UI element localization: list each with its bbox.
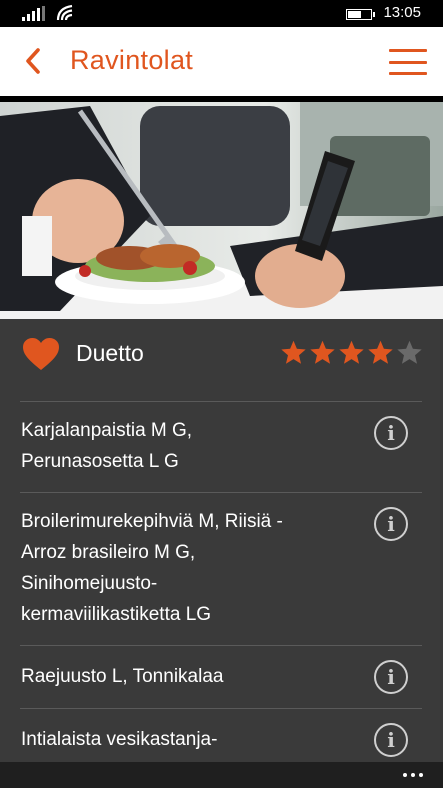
restaurant-name: Duetto (76, 340, 144, 366)
more-ellipsis-icon[interactable] (403, 773, 423, 777)
info-icon[interactable]: i (374, 507, 408, 541)
wifi-icon (56, 4, 73, 21)
chevron-left-icon[interactable] (18, 45, 50, 77)
menu-item-text: Intialaista vesikastanja- (21, 729, 218, 750)
status-time: 13:05 (383, 4, 421, 21)
menu-item-text: Karjalanpaistia M G, Perunasosetta L G (21, 420, 193, 472)
menu-item[interactable]: Broilerimurekepihviä M, Riisiä - Arroz b… (0, 493, 443, 645)
restaurant-panel: Duetto Karjalanpaistia M G, Perunasosett… (0, 319, 443, 762)
hero-image (0, 96, 443, 319)
hamburger-menu-icon[interactable] (389, 49, 427, 75)
restaurant-header: Duetto (0, 319, 443, 401)
menu-item-text: Broilerimurekepihviä M, Riisiä - Arroz b… (21, 511, 283, 625)
star-empty-icon (397, 340, 422, 364)
menu-item[interactable]: Karjalanpaistia M G, Perunasosetta L G i (0, 402, 443, 492)
star-filled-icon (368, 340, 393, 364)
star-filled-icon (281, 340, 306, 364)
app-header: Ravintolat (0, 27, 443, 96)
info-icon[interactable]: i (374, 416, 408, 450)
rating-stars (280, 339, 423, 366)
info-icon[interactable]: i (374, 723, 408, 757)
status-bar: 13:05 (0, 0, 443, 27)
battery-icon (346, 9, 375, 20)
page-title: Ravintolat (70, 45, 194, 75)
hero-divider (0, 96, 443, 102)
app-bar (0, 762, 443, 788)
star-filled-icon (310, 340, 335, 364)
menu-item[interactable]: Intialaista vesikastanja- i (0, 709, 443, 762)
heart-icon[interactable] (22, 337, 60, 371)
menu-item[interactable]: Raejuusto L, Tonnikalaa i (0, 646, 443, 708)
info-icon[interactable]: i (374, 660, 408, 694)
signal-bars-icon (22, 6, 45, 21)
star-filled-icon (339, 340, 364, 364)
menu-item-text: Raejuusto L, Tonnikalaa (21, 666, 224, 687)
